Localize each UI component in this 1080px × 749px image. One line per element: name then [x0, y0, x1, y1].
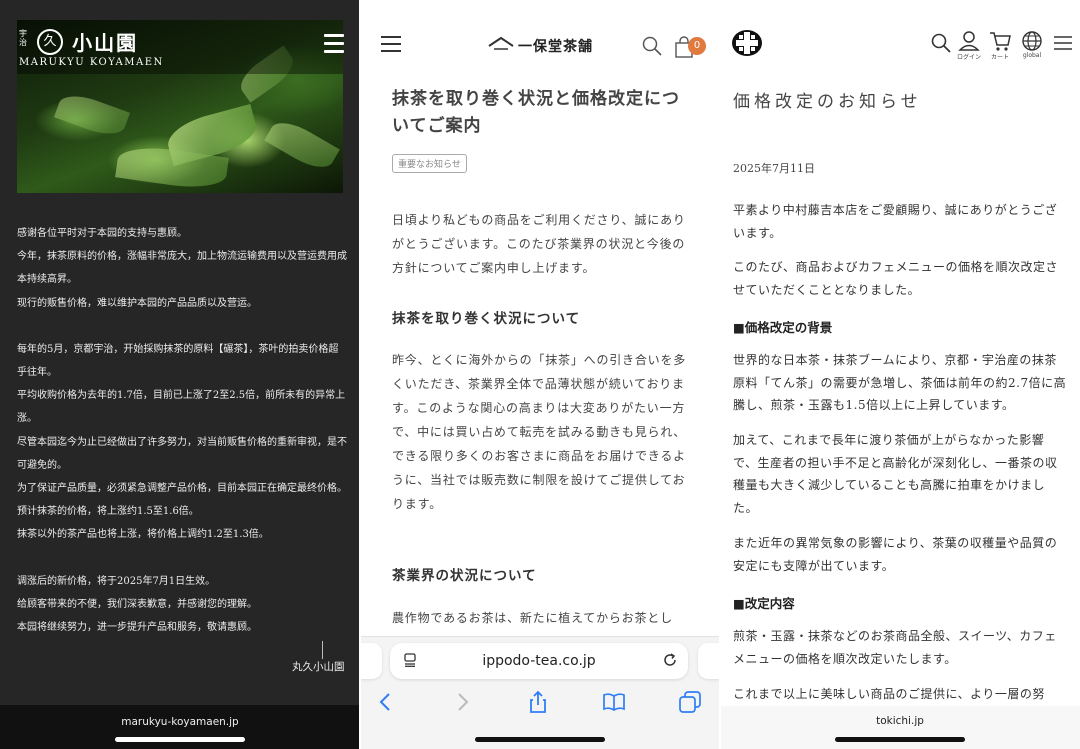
search-icon[interactable]	[642, 36, 662, 56]
ippodo-roof-logo-icon	[488, 36, 514, 50]
url-text[interactable]: marukyu-koyamaen.jp	[0, 716, 360, 728]
previous-tab-pill[interactable]	[360, 643, 382, 679]
panel-divider	[359, 0, 361, 749]
notice-line: 今年，抹茶原料的价格，涨幅非常庞大，加上物流运输费用以及营运费用成本持续高昇。	[17, 251, 347, 286]
notice-line: 本园将继续努力，进一步提升产品和服务，敬请惠顾。	[17, 622, 257, 634]
notice-body: 感谢各位平时对于本园的支持与惠顾。 今年，抹茶原料的价格，涨幅非常庞大，加上物流…	[17, 222, 347, 639]
hamburger-menu-icon[interactable]	[381, 36, 401, 57]
logo-uji-text: 宇治	[19, 29, 27, 47]
section2-body: 農作物であるお茶は、新たに植えてからお茶とし	[392, 611, 673, 625]
back-arrow-icon[interactable]	[374, 690, 398, 714]
menu-icon[interactable]	[1052, 32, 1074, 54]
article-title: 抹茶を取り巻く状況と価格改定についてご案内	[392, 89, 680, 136]
notice-line: 平均收购价格为去年的1.7倍，目前已上涨了2至2.5倍，前所未有的异常上涨。	[17, 390, 346, 425]
logo-english: MARUKYU KOYAMAEN	[19, 57, 164, 68]
home-indicator	[475, 737, 605, 742]
paragraph-revision: 煎茶・玉露・抹茶などのお茶商品全般、スイーツ、カフェメニューの価格を順次改定いた…	[733, 629, 1057, 666]
heading-background: ■価格改定の背景	[733, 320, 833, 335]
notice-line: 预计抹茶的价格，将上涨约1.5至1.6倍。	[17, 506, 199, 518]
panel-divider	[719, 0, 721, 749]
share-icon[interactable]	[526, 690, 550, 714]
section1-heading: 抹茶を取り巻く状況について	[392, 311, 581, 327]
tokichi-panel: ログイン カート global 価格改定のお知らせ 2025年7月11日 平素よ…	[720, 0, 1080, 749]
global-label[interactable]: global	[1017, 52, 1047, 59]
publish-date: 2025年7月11日	[733, 162, 815, 175]
globe-icon[interactable]	[1021, 30, 1043, 52]
section2-heading: 茶業界の状況について	[392, 568, 537, 584]
signature: 丸久小山園	[292, 661, 345, 673]
heading-revision-content: ■改定内容	[733, 596, 795, 611]
notice-line: 给顾客带来的不便，我们深表歉意，并感谢您的理解。	[17, 598, 257, 610]
paragraph-announcement: このたび、商品およびカフェメニューの価格を順次改定させていただくこととなりました…	[733, 260, 1059, 297]
notice-line: 感谢各位平时对于本园的支持与惠顾。	[17, 228, 187, 239]
paragraph-greeting: 平素より中村藤吉本店をご愛顧賜り、誠にありがとうございます。	[733, 203, 1058, 240]
marukyu-panel: 宇治 久 小山園 MARUKYU KOYAMAEN 感谢各位平时对于本园的支持与…	[0, 0, 360, 749]
url-text[interactable]: tokichi.jp	[720, 715, 1080, 727]
cart-label[interactable]: カート	[985, 52, 1015, 61]
section1-body: 昨今、とくに海外からの「抹茶」への引き合いを多くいただき、茶業界全体で品薄状態が…	[392, 353, 687, 511]
ippodo-panel: 一保堂茶舗 0 抹茶を取り巻く状況と価格改定についてご案内 重要なお知らせ 日頃…	[360, 0, 720, 749]
logo-mark: 久	[37, 28, 63, 55]
cart-icon[interactable]	[989, 30, 1011, 52]
paragraph-background-1: 世界的な日本茶・抹茶ブームにより、京都・宇治産の抹茶原料「てん茶」の需要が急増し…	[733, 353, 1067, 412]
paragraph-closing: これまで以上に美味しい商品のご提供に、より一層の努	[733, 687, 1045, 701]
notice-line: 现行的贩售价格，难以维护本园的产品品质以及营运。	[17, 297, 257, 309]
url-text[interactable]: ippodo-tea.co.jp	[390, 653, 688, 669]
cart-count-badge: 0	[688, 37, 706, 55]
important-notice-tag[interactable]: 重要なお知らせ	[392, 154, 467, 173]
hamburger-menu-icon[interactable]	[324, 34, 344, 54]
forward-arrow-icon[interactable]	[450, 690, 474, 714]
home-indicator	[835, 737, 965, 742]
notice-line: 调涨后的新价格，将于2025年7月1日生效。	[17, 575, 216, 587]
reload-icon[interactable]	[662, 652, 678, 668]
notice-line: 为了保证产品质量，必须紧急调整产品价格，目前本园正在确定最终价格。	[17, 483, 347, 495]
home-indicator	[115, 737, 245, 742]
login-label[interactable]: ログイン	[954, 52, 984, 61]
user-icon[interactable]	[958, 30, 980, 52]
tabs-icon[interactable]	[678, 690, 702, 714]
paragraph-background-2: 加えて、これまで長年に渡り茶価が上がらなかった影響で、生産者の担い手不足と高齢化…	[733, 433, 1058, 515]
signature-divider	[322, 641, 323, 659]
notice-line: 抹茶以外的茶产品也将上涨，将价格上调约1.2至1.3倍。	[17, 529, 269, 541]
tokichi-logo-icon[interactable]	[730, 28, 764, 58]
paragraph-background-3: また近年の異常気象の影響により、茶葉の収穫量や品質の安定にも支障が出ています。	[733, 536, 1058, 573]
notice-line: 每年的5月，京都宇治，开始採购抹茶的原料【碾茶】，茶叶的拍卖价格超乎往年。	[17, 343, 339, 379]
bookmarks-book-icon[interactable]	[602, 690, 626, 714]
notice-line: 尽管本园迄今为止已经做出了许多努力，对当前贩售价格的重新审视，是不可避免的。	[17, 436, 347, 471]
logo-name: 小山園	[72, 31, 139, 55]
next-tab-pill[interactable]	[698, 643, 720, 679]
intro-paragraph: 日頃より私どもの商品をご利用くださり、誠にありがとうございます。このたび茶業界の…	[392, 213, 686, 275]
ippodo-brand-name[interactable]: 一保堂茶舗	[518, 36, 593, 56]
article-title: 価格改定のお知らせ	[733, 92, 922, 112]
safari-url-bar	[720, 706, 1080, 749]
search-icon[interactable]	[930, 32, 952, 54]
marukyu-logo[interactable]: 宇治 久 小山園 MARUKYU KOYAMAEN	[19, 27, 164, 68]
